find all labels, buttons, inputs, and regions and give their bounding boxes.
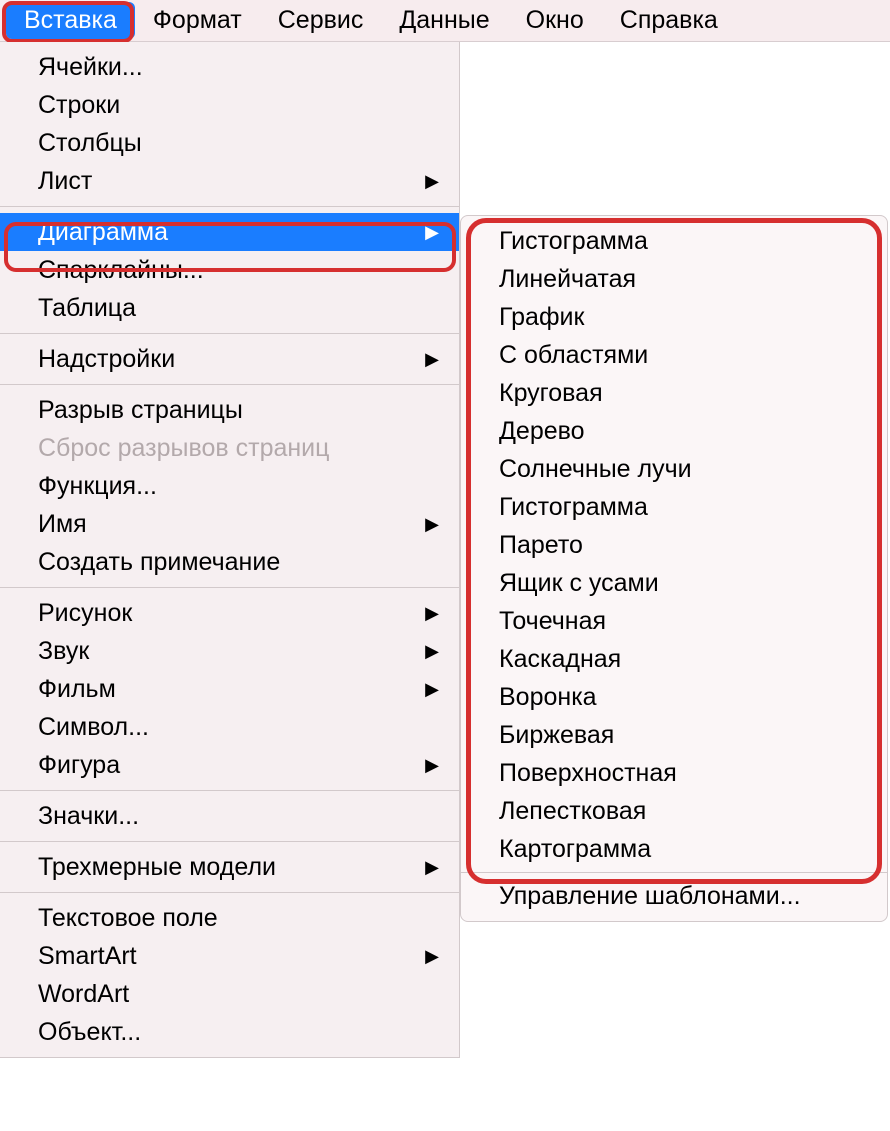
menu-item-label: Текстовое поле [38, 904, 218, 933]
submenu-arrow-icon: ▶ [425, 641, 439, 662]
menu-item-label: Функция... [38, 472, 157, 501]
menu-item-label: Спарклайны... [38, 256, 204, 285]
menu-item-label: Таблица [38, 294, 136, 323]
menu-item-label: Объект... [38, 1018, 141, 1047]
submenu-item-pareto[interactable]: Парето [461, 526, 887, 564]
menu-item-movie[interactable]: Фильм ▶ [0, 670, 459, 708]
submenu-item-manage-templates[interactable]: Управление шаблонами... [461, 877, 887, 915]
submenu-arrow-icon: ▶ [425, 857, 439, 878]
menu-item-picture[interactable]: Рисунок ▶ [0, 594, 459, 632]
menu-item-symbol[interactable]: Символ... [0, 708, 459, 746]
submenu-item-surface[interactable]: Поверхностная [461, 754, 887, 792]
menu-item-label: Фигура [38, 751, 120, 780]
menu-item-label: Трехмерные модели [38, 853, 276, 882]
menu-item-label: WordArt [38, 980, 129, 1009]
submenu-item-waterfall[interactable]: Каскадная [461, 640, 887, 678]
submenu-item-bar[interactable]: Линейчатая [461, 260, 887, 298]
menu-item-label: Символ... [38, 713, 149, 742]
menu-item-sparklines[interactable]: Спарклайны... [0, 251, 459, 289]
menubar-item-format[interactable]: Формат [135, 2, 260, 39]
submenu-item-radar[interactable]: Лепестковая [461, 792, 887, 830]
menu-item-name[interactable]: Имя ▶ [0, 505, 459, 543]
menubar: Вставка Формат Сервис Данные Окно Справк… [0, 0, 890, 42]
menubar-item-data[interactable]: Данные [381, 2, 507, 39]
menu-item-icons[interactable]: Значки... [0, 797, 459, 835]
menu-item-pagebreak[interactable]: Разрыв страницы [0, 391, 459, 429]
menu-item-label: Ячейки... [38, 53, 143, 82]
menu-item-label: Диаграмма [38, 218, 168, 247]
menu-item-label: Имя [38, 510, 87, 539]
submenu-item-sunburst[interactable]: Солнечные лучи [461, 450, 887, 488]
menubar-item-tools[interactable]: Сервис [260, 2, 382, 39]
submenu-item-funnel[interactable]: Воронка [461, 678, 887, 716]
submenu-item-scatter[interactable]: Точечная [461, 602, 887, 640]
menubar-item-help[interactable]: Справка [602, 2, 736, 39]
submenu-arrow-icon: ▶ [425, 946, 439, 967]
menu-item-label: Столбцы [38, 129, 142, 158]
menu-item-label: Фильм [38, 675, 116, 704]
submenu-item-pie[interactable]: Круговая [461, 374, 887, 412]
menu-item-sheet[interactable]: Лист ▶ [0, 162, 459, 200]
menu-item-addins[interactable]: Надстройки ▶ [0, 340, 459, 378]
menu-item-chart[interactable]: Диаграмма ▶ [0, 213, 459, 251]
menu-item-label: Создать примечание [38, 548, 280, 577]
menu-item-audio[interactable]: Звук ▶ [0, 632, 459, 670]
submenu-arrow-icon: ▶ [425, 222, 439, 243]
menu-item-label: Рисунок [38, 599, 132, 628]
menu-item-label: Звук [38, 637, 89, 666]
submenu-item-map[interactable]: Картограмма [461, 830, 887, 868]
menu-item-new-comment[interactable]: Создать примечание [0, 543, 459, 581]
menu-item-label: SmartArt [38, 942, 137, 971]
menu-item-reset-pagebreaks: Сброс разрывов страниц [0, 429, 459, 467]
submenu-item-histogram2[interactable]: Гистограмма [461, 488, 887, 526]
submenu-item-histogram[interactable]: Гистограмма [461, 222, 887, 260]
submenu-separator [461, 872, 887, 873]
menu-item-object[interactable]: Объект... [0, 1013, 459, 1051]
insert-dropdown: Ячейки... Строки Столбцы Лист ▶ Диаграмма… [0, 42, 460, 1058]
menu-item-function[interactable]: Функция... [0, 467, 459, 505]
submenu-item-boxwhisker[interactable]: Ящик с усами [461, 564, 887, 602]
submenu-arrow-icon: ▶ [425, 755, 439, 776]
submenu-item-treemap[interactable]: Дерево [461, 412, 887, 450]
submenu-arrow-icon: ▶ [425, 171, 439, 192]
menu-item-label: Надстройки [38, 345, 175, 374]
submenu-item-area[interactable]: С областями [461, 336, 887, 374]
menu-item-3dmodels[interactable]: Трехмерные модели ▶ [0, 848, 459, 886]
submenu-arrow-icon: ▶ [425, 603, 439, 624]
chart-submenu: Гистограмма Линейчатая График С областям… [460, 215, 888, 922]
submenu-arrow-icon: ▶ [425, 679, 439, 700]
menu-item-smartart[interactable]: SmartArt ▶ [0, 937, 459, 975]
submenu-arrow-icon: ▶ [425, 349, 439, 370]
menu-item-columns[interactable]: Столбцы [0, 124, 459, 162]
submenu-item-stock[interactable]: Биржевая [461, 716, 887, 754]
menu-item-rows[interactable]: Строки [0, 86, 459, 124]
menu-item-cells[interactable]: Ячейки... [0, 48, 459, 86]
menubar-item-insert[interactable]: Вставка [6, 2, 135, 39]
menu-item-label: Разрыв страницы [38, 396, 243, 425]
menu-item-label: Значки... [38, 802, 139, 831]
submenu-arrow-icon: ▶ [425, 514, 439, 535]
menubar-item-window[interactable]: Окно [508, 2, 602, 39]
menu-item-label: Лист [38, 167, 92, 196]
submenu-item-line[interactable]: График [461, 298, 887, 336]
menu-item-shape[interactable]: Фигура ▶ [0, 746, 459, 784]
menu-item-wordart[interactable]: WordArt [0, 975, 459, 1013]
menu-item-textbox[interactable]: Текстовое поле [0, 899, 459, 937]
menu-item-table[interactable]: Таблица [0, 289, 459, 327]
menu-item-label: Строки [38, 91, 120, 120]
menu-item-label: Сброс разрывов страниц [38, 434, 329, 463]
